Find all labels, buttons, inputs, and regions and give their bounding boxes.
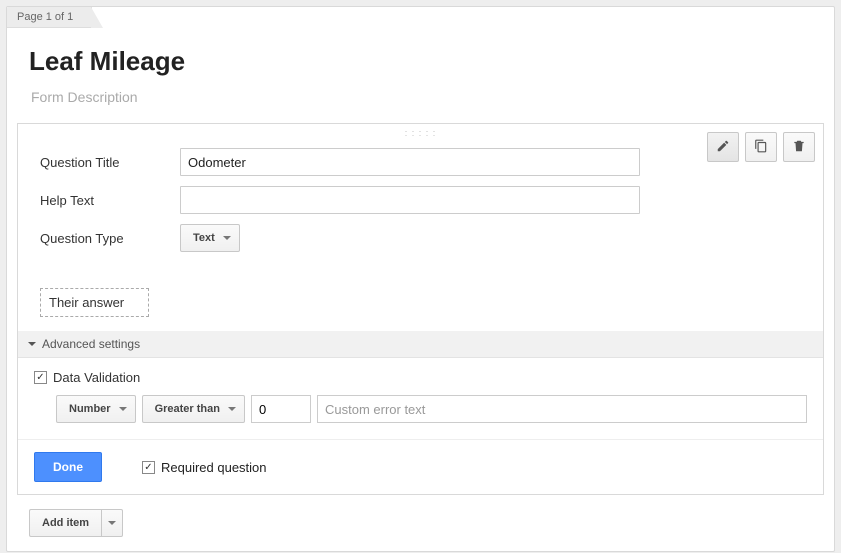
validation-error-input[interactable] bbox=[317, 395, 807, 423]
drag-handle-icon[interactable]: : : : : : bbox=[18, 124, 823, 142]
form-header: Leaf Mileage Form Description bbox=[7, 28, 834, 123]
required-checkbox[interactable]: ✓ bbox=[142, 461, 155, 474]
advanced-toggle[interactable]: Advanced settings bbox=[18, 331, 823, 357]
question-card: : : : : : bbox=[17, 123, 824, 495]
validation-type-select[interactable]: Number bbox=[56, 395, 136, 423]
delete-button[interactable] bbox=[783, 132, 815, 162]
caret-down-icon bbox=[108, 521, 116, 525]
form-title[interactable]: Leaf Mileage bbox=[29, 46, 812, 77]
data-validation-checkbox[interactable]: ✓ bbox=[34, 371, 47, 384]
validation-value-input[interactable] bbox=[251, 395, 311, 423]
help-text-input[interactable] bbox=[180, 186, 640, 214]
question-title-input[interactable] bbox=[180, 148, 640, 176]
trash-icon bbox=[792, 139, 806, 156]
form-page: Page 1 of 1 Leaf Mileage Form Descriptio… bbox=[6, 6, 835, 552]
caret-down-icon bbox=[223, 236, 231, 240]
done-button[interactable]: Done bbox=[34, 452, 102, 482]
answer-preview: Their answer bbox=[40, 288, 149, 317]
question-type-value: Text bbox=[193, 232, 215, 244]
edit-button[interactable] bbox=[707, 132, 739, 162]
pencil-icon bbox=[716, 139, 730, 156]
form-description[interactable]: Form Description bbox=[31, 89, 812, 105]
advanced-heading: Advanced settings bbox=[42, 337, 140, 351]
advanced-section: Advanced settings ✓ Data Validation Numb… bbox=[18, 331, 823, 439]
add-item-group: Add item bbox=[29, 509, 123, 537]
caret-down-icon bbox=[28, 342, 36, 346]
add-item-dropdown[interactable] bbox=[101, 509, 123, 537]
caret-down-icon bbox=[119, 407, 127, 411]
validation-type-value: Number bbox=[69, 403, 111, 415]
question-title-label: Question Title bbox=[40, 155, 180, 170]
question-type-label: Question Type bbox=[40, 231, 180, 246]
question-toolbar bbox=[707, 132, 815, 162]
validation-operator-select[interactable]: Greater than bbox=[142, 395, 245, 423]
required-label: Required question bbox=[161, 460, 267, 475]
copy-icon bbox=[754, 139, 768, 156]
data-validation-label: Data Validation bbox=[53, 370, 140, 385]
page-indicator: Page 1 of 1 bbox=[7, 7, 92, 28]
caret-down-icon bbox=[228, 407, 236, 411]
duplicate-button[interactable] bbox=[745, 132, 777, 162]
add-item-button[interactable]: Add item bbox=[29, 509, 101, 537]
validation-operator-value: Greater than bbox=[155, 403, 220, 415]
question-type-select[interactable]: Text bbox=[180, 224, 240, 252]
help-text-label: Help Text bbox=[40, 193, 180, 208]
